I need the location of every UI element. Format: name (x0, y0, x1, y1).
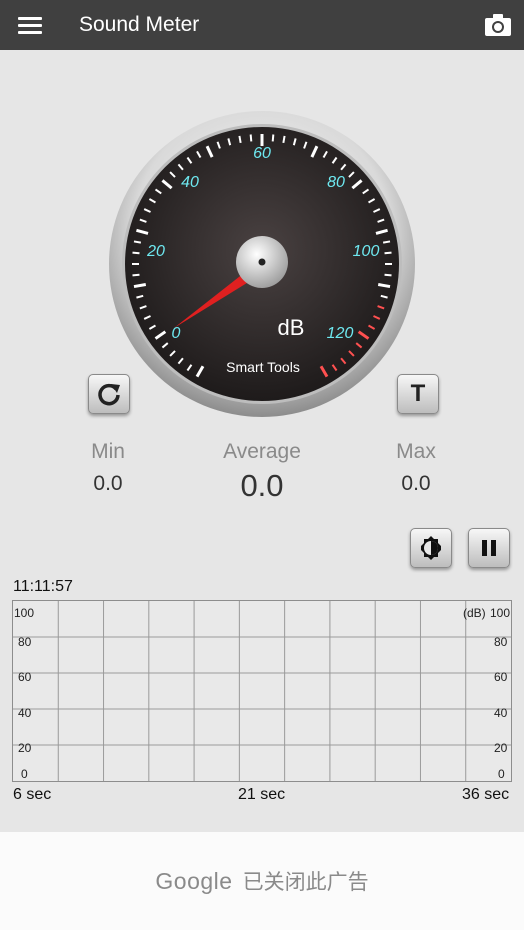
gauge-tick (133, 283, 147, 289)
graph-grid (13, 601, 511, 781)
gauge-label-20: 20 (146, 243, 165, 260)
x-label-end: 36 sec (462, 786, 510, 803)
graph-unit: (dB) (463, 606, 486, 620)
menu-icon[interactable] (18, 14, 42, 36)
gauge-tick (384, 273, 392, 277)
gauge-tick (132, 273, 140, 277)
y-right-80: 80 (494, 635, 508, 649)
y-left-40: 40 (18, 706, 32, 720)
history-graph: 100 80 60 40 20 0 (dB) 100 80 60 40 20 0 (12, 600, 512, 782)
min-value: 0.0 (93, 472, 123, 495)
gauge-tick (384, 251, 392, 255)
ad-banner: Google 已关闭此广告 (0, 832, 524, 930)
graph-time: 11:11:57 (13, 578, 73, 595)
app-title: Sound Meter (79, 13, 200, 36)
reset-button[interactable] (88, 374, 130, 414)
pause-button[interactable] (468, 528, 510, 568)
max-value: 0.0 (401, 472, 431, 495)
camera-icon[interactable] (484, 12, 512, 38)
y-left-60: 60 (18, 670, 32, 684)
ad-closed-text: 已关闭此广告 (242, 871, 369, 894)
gauge-label-100: 100 (353, 243, 380, 260)
y-left-100: 100 (14, 606, 35, 620)
gauge-tick (238, 135, 242, 144)
t-button-label: T (410, 380, 426, 407)
gauge-tick (377, 283, 391, 289)
y-left-0: 0 (21, 767, 28, 781)
gauge-label-60: 60 (253, 145, 271, 162)
brightness-icon (421, 536, 441, 560)
gauge-unit: dB (278, 315, 305, 340)
y-right-0: 0 (498, 767, 505, 781)
brightness-button[interactable] (410, 528, 452, 568)
gauge-brand: Smart Tools (226, 359, 300, 375)
sound-gauge: 0 20 40 60 80 100 120 dB Smart Tools (108, 110, 416, 418)
y-left-20: 20 (18, 741, 32, 755)
stat-average: Average 0.0 (202, 440, 322, 504)
gauge-tick (133, 240, 142, 244)
gauge-tick (382, 240, 391, 244)
gauge-tick (282, 135, 286, 144)
gauge-tick (249, 134, 253, 142)
y-right-20: 20 (494, 741, 508, 755)
gauge-label-0: 0 (172, 325, 181, 342)
y-right-100: 100 (490, 606, 511, 620)
x-label-start: 6 sec (13, 786, 52, 803)
average-label: Average (223, 440, 301, 463)
calibration-t-button[interactable]: T (397, 374, 439, 414)
google-logo: Google (155, 867, 233, 894)
stat-max: Max 0.0 (376, 440, 456, 496)
gauge-label-80: 80 (327, 174, 345, 191)
app-bar: Sound Meter (0, 0, 524, 50)
gauge-label-120: 120 (327, 325, 354, 342)
gauge-label-40: 40 (181, 174, 199, 191)
x-label-mid: 21 sec (238, 786, 286, 803)
max-label: Max (396, 440, 436, 463)
refresh-icon (98, 383, 120, 406)
y-left-80: 80 (18, 635, 32, 649)
pause-icon (482, 540, 496, 556)
average-value: 0.0 (240, 468, 284, 503)
y-right-40: 40 (494, 706, 508, 720)
y-right-60: 60 (494, 670, 508, 684)
gauge-tick (271, 134, 275, 142)
stat-min: Min 0.0 (68, 440, 148, 496)
min-label: Min (91, 440, 125, 463)
gauge-tick (132, 251, 140, 255)
